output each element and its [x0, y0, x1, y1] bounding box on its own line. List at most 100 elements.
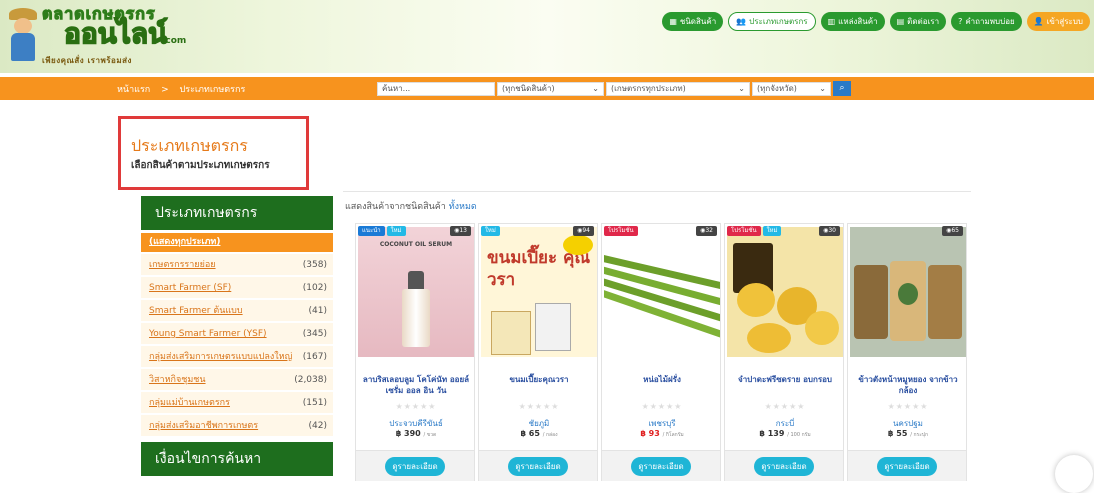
sidebar-item-all[interactable]: (แสดงทุกประเภท)	[141, 233, 333, 252]
badge-group: แนะนำ ใหม่	[358, 226, 406, 236]
product-card[interactable]: ขนมเปี๊ยะ คุณวรา ใหม่ ◉94 ขนมเปี๊ยะคุณวร…	[478, 223, 598, 481]
product-price: ฿ 93 / กิโลกรัม	[640, 429, 684, 438]
sidebar-item[interactable]: Smart Farmer ต้นแบบ (41)	[141, 300, 333, 322]
site-logo[interactable]: ตลาดเกษตรกร ออนไลน์ .com เพียงคุณสั่ง เร…	[6, 2, 206, 68]
search-input[interactable]: ค้นหา...	[377, 82, 495, 96]
rating-stars: ★★★★★	[395, 402, 437, 411]
sidebar-item-label: กลุ่มส่งเสริมการเกษตรแบบแปลงใหญ่	[149, 352, 293, 362]
product-card[interactable]: โปรโมชั่น ◉32 หน่อไม้ฝรั่ง ★★★★★ เพชรบุร…	[601, 223, 721, 481]
nav-label: ประเภทเกษตรกร	[749, 17, 808, 26]
sidebar-item-count: (41)	[308, 306, 327, 316]
sidebar-item[interactable]: เกษตรกรรายย่อย (358)	[141, 254, 333, 276]
select-value: (เกษตรกรทุกประเภท)	[611, 84, 686, 93]
sidebar: ประเภทเกษตรกร (แสดงทุกประเภท) เกษตรกรราย…	[141, 196, 333, 481]
product-price: ฿ 65 / กล่อง	[520, 429, 558, 438]
sidebar-item-label: เกษตรกรรายย่อย	[149, 260, 216, 270]
logo-domain-text: .com	[162, 36, 187, 46]
badge-new: ใหม่	[481, 226, 500, 236]
user-icon: 👤	[1033, 17, 1044, 26]
card-footer: ดูรายละเอียด	[356, 450, 474, 481]
question-icon: ?	[958, 17, 963, 26]
sidebar-item-label: วิสาหกิจชุมชน	[149, 375, 206, 385]
product-image[interactable]	[604, 227, 720, 357]
view-detail-button[interactable]: ดูรายละเอียด	[385, 457, 445, 476]
sidebar-item-count: (102)	[302, 283, 327, 293]
listing-prefix: แสดงสินค้าจากชนิดสินค้า	[345, 202, 446, 212]
view-detail-button[interactable]: ดูรายละเอียด	[754, 457, 814, 476]
nav-label: เข้าสู่ระบบ	[1046, 17, 1083, 26]
nav-contact-button[interactable]: ▤ ติดต่อเรา	[889, 12, 947, 31]
view-detail-button[interactable]: ดูรายละเอียด	[631, 457, 691, 476]
top-nav: ▦ ชนิดสินค้า 👥 ประเภทเกษตรกร ▥ แหล่งสินค้า …	[662, 12, 1090, 31]
product-card[interactable]: COCONUT OIL SERUM แนะนำ ใหม่ ◉13 ลาบริสเล…	[355, 223, 475, 481]
view-detail-button[interactable]: ดูรายละเอียด	[508, 457, 568, 476]
sidebar-item[interactable]: กลุ่มส่งเสริมอาชีพการเกษตร (42)	[141, 415, 333, 437]
sidebar-item[interactable]: กลุ่มแม่บ้านเกษตรกร (151)	[141, 392, 333, 414]
users-icon: 👥	[736, 17, 747, 26]
chevron-down-icon: ⌄	[738, 84, 745, 93]
nav-login-button[interactable]: 👤 เข้าสู่ระบบ	[1026, 12, 1090, 31]
sidebar-item[interactable]: Smart Farmer (SF) (102)	[141, 277, 333, 299]
sidebar-heading: ประเภทเกษตรกร	[141, 196, 333, 230]
farmer-type-select[interactable]: (เกษตรกรทุกประเภท) ⌄	[606, 82, 750, 96]
search-button[interactable]: ⌕	[833, 81, 851, 96]
card-footer: ดูรายละเอียด	[479, 450, 597, 481]
nav-source-button[interactable]: ▥ แหล่งสินค้า	[820, 12, 885, 31]
product-name[interactable]: ลาบริสเลอบลูม โคโค่นัท ออยล์ เซรั่ม ออล …	[360, 374, 472, 396]
show-all-link[interactable]: ทั้งหมด	[449, 202, 477, 212]
sidebar-item[interactable]: วิสาหกิจชุมชน (2,038)	[141, 369, 333, 391]
card-footer: ดูรายละเอียด	[725, 450, 843, 481]
sidebar-item-count: (358)	[302, 260, 327, 270]
product-name[interactable]: จำปาดะฟรีซดราย อบกรอบ	[729, 374, 841, 385]
product-image[interactable]: ขนมเปี๊ยะ คุณวรา	[481, 227, 597, 357]
badge-group: โปรโมชั่น	[604, 226, 638, 236]
product-price: ฿ 139 / 100 กรัม	[759, 429, 811, 438]
contact-card-icon: ▤	[896, 17, 905, 26]
search-conditions-heading: เงื่อนไขการค้นหา	[141, 442, 333, 476]
product-card[interactable]: โปรโมชั่น ใหม่ ◉30 จำปาดะฟรีซดราย อบกรอบ …	[724, 223, 844, 481]
badge-new: ใหม่	[386, 226, 406, 236]
province-select[interactable]: (ทุกจังหวัด) ⌄	[752, 82, 831, 96]
rating-stars: ★★★★★	[518, 402, 560, 411]
product-image[interactable]	[850, 227, 966, 357]
sidebar-item-label: Smart Farmer ต้นแบบ	[149, 306, 243, 316]
nav-label: ชนิดสินค้า	[679, 17, 717, 26]
search-bar: หน้าแรก > ประเภทเกษตรกร ค้นหา... (ทุกชนิ…	[0, 77, 1094, 100]
product-name[interactable]: ข้าวตังหน้าหมูหยอง จากข้าวกล้อง	[852, 374, 964, 396]
product-image[interactable]: COCONUT OIL SERUM	[358, 227, 474, 357]
select-value: (ทุกจังหวัด)	[757, 84, 797, 93]
card-footer: ดูรายละเอียด	[602, 450, 720, 481]
nav-faq-button[interactable]: ? คำถามพบบ่อย	[951, 12, 1022, 31]
sidebar-item-count: (345)	[302, 329, 327, 339]
divider	[343, 191, 971, 192]
product-image-caption: COCONUT OIL SERUM	[379, 241, 453, 248]
select-value: (ทุกชนิดสินค้า)	[502, 84, 555, 93]
sidebar-item[interactable]: กลุ่มส่งเสริมการเกษตรแบบแปลงใหญ่ (167)	[141, 346, 333, 368]
nav-product-type-button[interactable]: ▦ ชนิดสินค้า	[662, 12, 724, 31]
farmer-mascot-icon	[6, 8, 40, 66]
view-count: ◉13	[450, 226, 471, 236]
product-image[interactable]	[727, 227, 843, 357]
sidebar-item-count: (151)	[302, 398, 327, 408]
chevron-down-icon: ⌄	[819, 84, 826, 93]
floating-chat-button[interactable]	[1055, 455, 1093, 493]
view-count: ◉32	[696, 226, 717, 236]
badge-group: ใหม่	[481, 226, 500, 236]
sidebar-item[interactable]: Young Smart Farmer (YSF) (345)	[141, 323, 333, 345]
breadcrumb: หน้าแรก > ประเภทเกษตรกร	[117, 82, 253, 96]
card-footer: ดูรายละเอียด	[848, 450, 966, 481]
page-title: ประเภทเกษตรกร	[131, 136, 248, 155]
nav-farmer-type-button[interactable]: 👥 ประเภทเกษตรกร	[728, 12, 816, 31]
product-card[interactable]: ◉65 ข้าวตังหน้าหมูหยอง จากข้าวกล้อง ★★★★…	[847, 223, 967, 481]
product-type-select[interactable]: (ทุกชนิดสินค้า) ⌄	[497, 82, 604, 96]
logo-slogan: เพียงคุณสั่ง เราพร้อมส่ง	[42, 56, 132, 65]
badge-recommended: แนะนำ	[358, 226, 385, 236]
product-name[interactable]: ขนมเปี๊ยะคุณวรา	[483, 374, 595, 385]
nav-label: คำถามพบบ่อย	[965, 17, 1015, 26]
product-name[interactable]: หน่อไม้ฝรั่ง	[606, 374, 718, 385]
chevron-down-icon: ⌄	[592, 84, 599, 93]
breadcrumb-home-link[interactable]: หน้าแรก	[117, 85, 150, 95]
badge-group: โปรโมชั่น ใหม่	[727, 226, 782, 236]
badge-new: ใหม่	[762, 226, 782, 236]
view-detail-button[interactable]: ดูรายละเอียด	[877, 457, 937, 476]
